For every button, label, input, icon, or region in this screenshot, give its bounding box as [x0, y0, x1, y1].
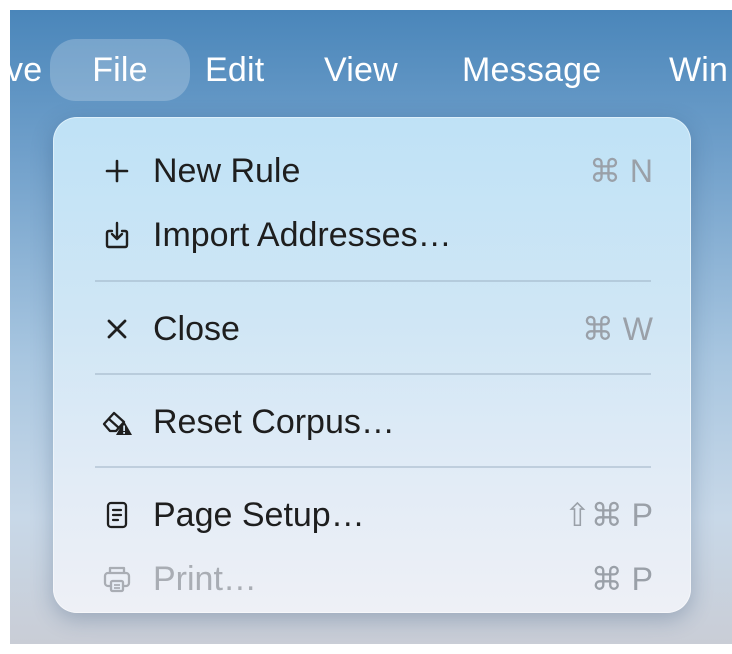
menu-item-new-rule[interactable]: New Rule ⌘ N	[53, 141, 691, 201]
menubar-item-window[interactable]: Win	[669, 39, 732, 101]
menu-item-label: Reset Corpus…	[153, 403, 395, 441]
menu-item-label: Import Addresses…	[153, 216, 452, 254]
menubar-item-message[interactable]: Message	[462, 39, 632, 101]
menu-item-label: Print…	[153, 560, 257, 598]
close-icon	[101, 311, 133, 347]
menu-item-page-setup[interactable]: Page Setup… ⇧⌘ P	[53, 485, 691, 545]
desktop-background: ve File Edit View Message Win New Rule ⌘…	[10, 10, 732, 644]
printer-icon	[101, 561, 133, 597]
file-menu-dropdown: New Rule ⌘ N Import Addresses… Close ⌘ W…	[53, 117, 691, 613]
menubar-item-edit[interactable]: Edit	[205, 39, 285, 101]
menu-item-import-addresses[interactable]: Import Addresses…	[53, 205, 691, 265]
menu-bar: ve File Edit View Message Win	[10, 10, 732, 114]
menubar-item-file[interactable]: File	[50, 39, 190, 101]
menu-item-shortcut: ⌘ N	[589, 153, 653, 189]
menu-item-reset-corpus[interactable]: Reset Corpus…	[53, 392, 691, 452]
menu-separator	[95, 466, 651, 468]
import-icon	[101, 217, 133, 253]
menu-item-shortcut: ⇧⌘ P	[563, 497, 653, 533]
menu-item-print: Print… ⌘ P	[53, 549, 691, 609]
menubar-item-ve[interactable]: ve	[10, 39, 46, 101]
menubar-item-view[interactable]: View	[324, 39, 424, 101]
menu-item-close[interactable]: Close ⌘ W	[53, 299, 691, 359]
menu-item-shortcut: ⌘ W	[581, 311, 653, 347]
menu-separator	[95, 280, 651, 282]
eraser-warning-icon	[101, 404, 133, 440]
menu-item-shortcut: ⌘ P	[590, 561, 653, 597]
page-setup-icon	[101, 497, 133, 533]
plus-icon	[101, 153, 133, 189]
menu-separator	[95, 373, 651, 375]
menu-item-label: Close	[153, 310, 240, 348]
menu-item-label: New Rule	[153, 152, 301, 190]
menu-item-label: Page Setup…	[153, 496, 365, 534]
